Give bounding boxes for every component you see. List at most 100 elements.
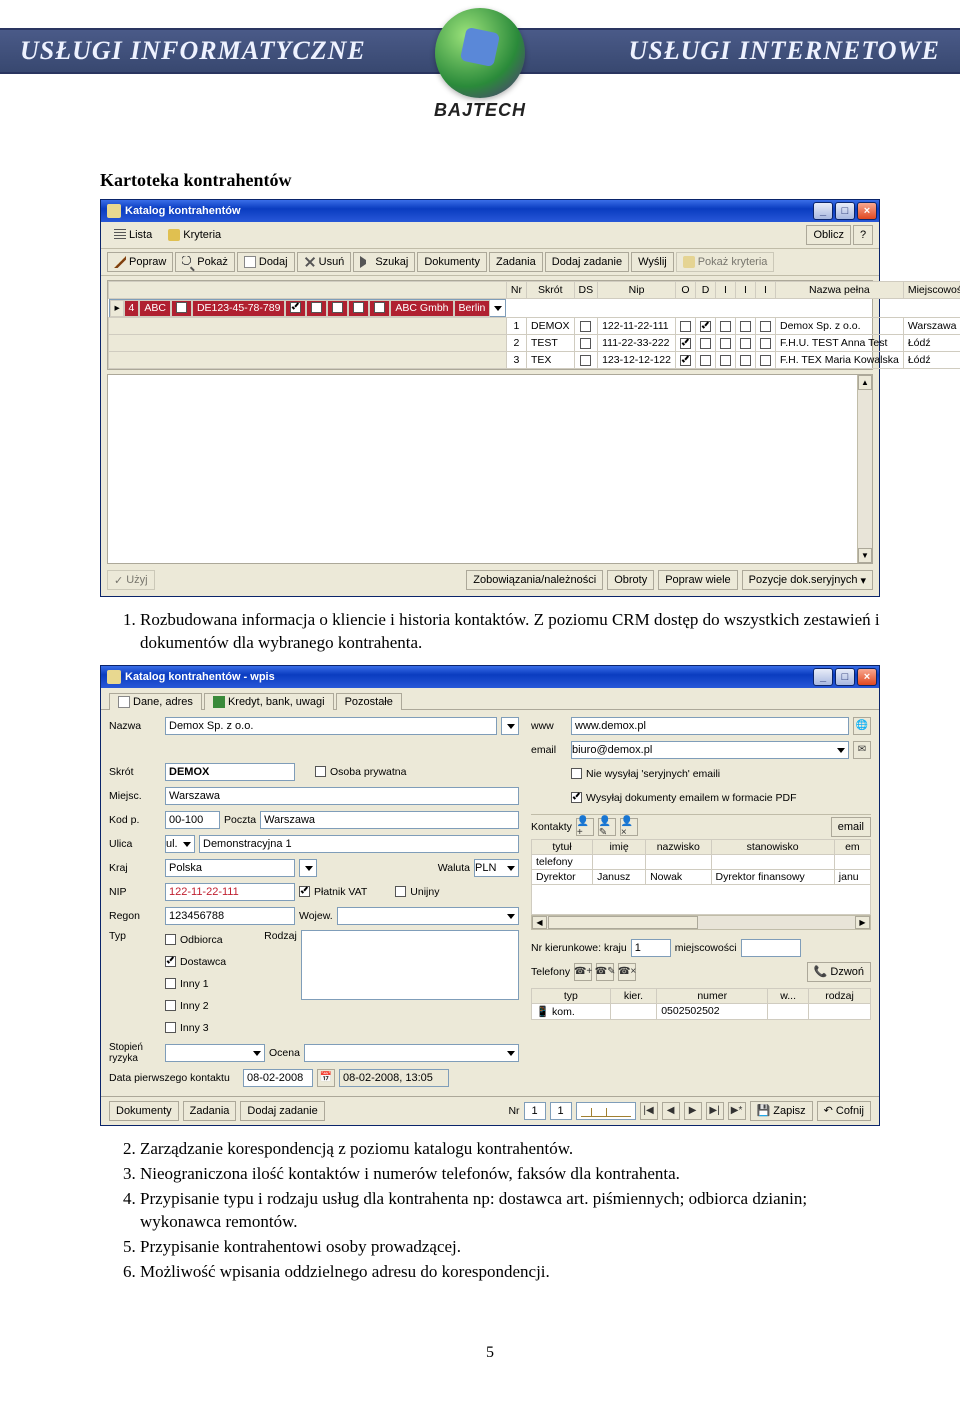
cofnij-button[interactable]: ↶ Cofnij [817, 1101, 871, 1121]
table-row[interactable]: 2TEST111-22-33-222F.H.U. TEST Anna TestŁ… [109, 335, 960, 352]
zadania-button[interactable]: Zadania [183, 1101, 237, 1121]
kraj-dropdown[interactable] [299, 859, 317, 877]
table-row[interactable]: ▸4ABCDE123-45-78-789ABC GmbhBerlin [109, 299, 507, 317]
kraj-input[interactable]: Polska [165, 859, 295, 877]
contacts-table[interactable]: tytuł imię nazwisko stanowisko em telefo… [531, 839, 871, 915]
nr-kier-input[interactable]: 1 [631, 939, 671, 957]
pozycje-button[interactable]: Pozycje dok.seryjnych ▾ [742, 570, 873, 590]
dzwon-button[interactable]: 📞 Dzwoń [807, 962, 871, 982]
nav-next-button[interactable]: ▶ [684, 1102, 702, 1120]
col-skrot[interactable]: Skrót [526, 282, 574, 299]
tab-kryteria[interactable]: Kryteria [161, 225, 228, 245]
ulica-input[interactable]: Demonstracyjna 1 [199, 835, 519, 853]
close-button[interactable]: × [857, 202, 877, 220]
nav-new-button[interactable]: ▶* [728, 1102, 746, 1120]
table-row[interactable]: 1DEMOX122-11-22-111Demox Sp. z o.o.Warsz… [109, 318, 960, 335]
odbiorca-checkbox[interactable] [165, 934, 176, 945]
tab-lista[interactable]: Lista [107, 225, 159, 245]
nie-wysylaj-checkbox[interactable] [571, 768, 582, 779]
send-email-button[interactable]: ✉ [853, 741, 871, 759]
email-contact-button[interactable]: email [831, 817, 871, 837]
table-row[interactable]: 3TEX123-12-12-122F.H. TEX Maria Kowalska… [109, 352, 960, 369]
tab-kredyt[interactable]: Kredyt, bank, uwagi [204, 693, 334, 710]
minimize-button[interactable]: _ [813, 668, 833, 686]
regon-input[interactable]: 123456788 [165, 907, 295, 925]
minimize-button[interactable]: _ [813, 202, 833, 220]
phone-del-button[interactable]: ☎× [618, 963, 636, 981]
contact-add-button[interactable]: 👤+ [576, 818, 594, 836]
tab-pozostale[interactable]: Pozostałe [336, 693, 402, 710]
contacts-hscroll[interactable]: ◀ ▶ [531, 915, 871, 930]
phone-edit-button[interactable]: ☎✎ [596, 963, 614, 981]
nr-miejsc-input[interactable] [741, 939, 801, 957]
scroll-up-icon[interactable]: ▲ [858, 375, 872, 390]
contractors-grid[interactable]: Nr Skrót DS Nip O D I I I Nazwa pełna Mi… [107, 280, 873, 370]
nazwa-dropdown[interactable] [501, 717, 519, 735]
col-i1[interactable]: I [715, 282, 735, 299]
ocena-select[interactable] [304, 1044, 519, 1062]
inny1-checkbox[interactable] [165, 978, 176, 989]
email-input[interactable]: biuro@demox.pl [571, 741, 849, 759]
nav-last-button[interactable]: ▶| [706, 1102, 724, 1120]
col-nr[interactable]: Nr [506, 282, 526, 299]
vertical-scrollbar[interactable]: ▲ ▼ [857, 375, 872, 563]
inny2-checkbox[interactable] [165, 1000, 176, 1011]
maximize-button[interactable]: □ [835, 668, 855, 686]
obroty-button[interactable]: Obroty [607, 570, 654, 590]
dodaj-zadanie-button[interactable]: Dodaj zadanie [545, 252, 629, 272]
usun-button[interactable]: Usuń [297, 252, 352, 272]
col-d[interactable]: D [695, 282, 715, 299]
dostawca-checkbox[interactable] [165, 956, 176, 967]
maximize-button[interactable]: □ [835, 202, 855, 220]
nr-input-1[interactable]: 1 [524, 1102, 546, 1120]
dodaj-button[interactable]: Dodaj [237, 252, 295, 272]
miejsc-input[interactable]: Warszawa [165, 787, 519, 805]
scroll-left-icon[interactable]: ◀ [532, 916, 547, 929]
col-nazwa[interactable]: Nazwa pełna [775, 282, 903, 299]
col-ds[interactable]: DS [574, 282, 598, 299]
calendar-icon[interactable]: 📅 [317, 1069, 335, 1087]
help-button[interactable]: ? [853, 225, 873, 245]
platnik-vat-checkbox[interactable] [299, 886, 310, 897]
zobowiazania-button[interactable]: Zobowiązania/należności [466, 570, 603, 590]
col-i2[interactable]: I [735, 282, 755, 299]
col-i3[interactable]: I [755, 282, 775, 299]
unijny-checkbox[interactable] [395, 886, 406, 897]
wyslij-button[interactable]: Wyślij [631, 252, 674, 272]
dokumenty-button[interactable]: Dokumenty [109, 1101, 179, 1121]
contact-del-button[interactable]: 👤× [620, 818, 638, 836]
scroll-down-icon[interactable]: ▼ [858, 548, 872, 563]
dokumenty-button[interactable]: Dokumenty [417, 252, 487, 272]
wojew-select[interactable] [337, 907, 519, 925]
zapisz-button[interactable]: 💾 Zapisz [750, 1101, 813, 1121]
zadania-button[interactable]: Zadania [489, 252, 543, 272]
nr-input-2[interactable]: 1 [550, 1102, 572, 1120]
www-input[interactable]: www.demox.pl [571, 717, 849, 735]
stopien-select[interactable] [165, 1044, 265, 1062]
pokaz-button[interactable]: Pokaż [175, 252, 235, 272]
popraw-button[interactable]: Popraw [107, 252, 173, 272]
phone-add-button[interactable]: ☎+ [574, 963, 592, 981]
goto-www-button[interactable]: 🌐 [853, 717, 871, 735]
col-nip[interactable]: Nip [598, 282, 676, 299]
phones-table[interactable]: typ kier. numer w... rodzaj 📱 kom. 05025… [531, 988, 871, 1020]
nav-first-button[interactable]: |◀ [640, 1102, 658, 1120]
szukaj-button[interactable]: Szukaj [353, 252, 415, 272]
titlebar[interactable]: Katalog kontrahentów - wpis _ □ × [101, 666, 879, 688]
poczta-input[interactable]: Warszawa [260, 811, 519, 829]
dodaj-zadanie-button[interactable]: Dodaj zadanie [240, 1101, 324, 1121]
pokaz-kryteria-button[interactable]: Pokaż kryteria [676, 252, 775, 272]
scroll-right-icon[interactable]: ▶ [855, 916, 870, 929]
data1-input[interactable]: 08-02-2008 [243, 1069, 313, 1087]
col-o[interactable]: O [675, 282, 695, 299]
titlebar[interactable]: Katalog kontrahentów _ □ × [101, 200, 879, 222]
inny3-checkbox[interactable] [165, 1022, 176, 1033]
kodp-input[interactable]: 00-100 [165, 811, 220, 829]
tab-dane-adres[interactable]: Dane, adres [109, 693, 202, 710]
col-miasto[interactable]: Miejscowość [903, 282, 960, 299]
contact-edit-button[interactable]: 👤✎ [598, 818, 616, 836]
ulica-prefix-select[interactable]: ul. [165, 835, 195, 853]
nazwa-input[interactable]: Demox Sp. z o.o. [165, 717, 497, 735]
popraw-wiele-button[interactable]: Popraw wiele [658, 570, 737, 590]
waluta-select[interactable]: PLN [474, 859, 519, 877]
